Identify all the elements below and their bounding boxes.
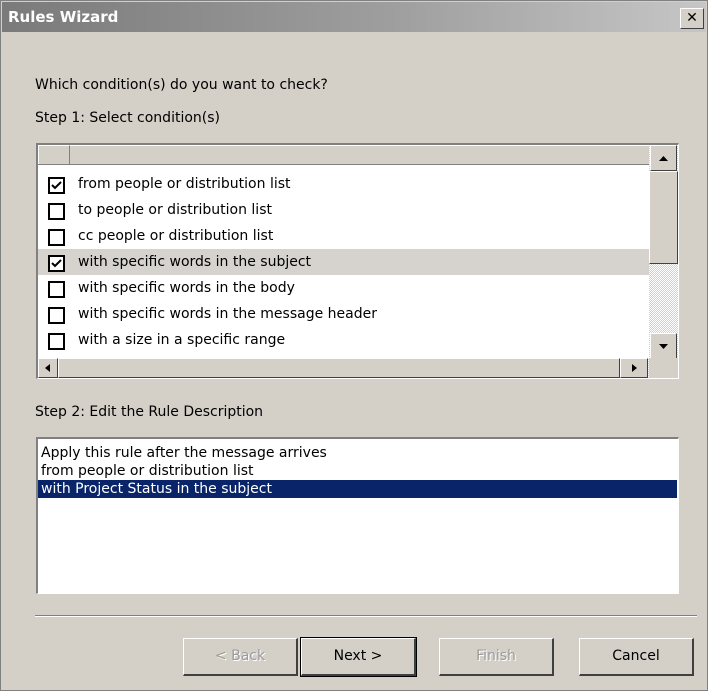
rules-wizard-dialog: Rules Wizard ✕ Which condition(s) do you… bbox=[0, 0, 708, 691]
condition-checkbox[interactable] bbox=[48, 229, 65, 246]
rule-description-box[interactable]: Apply this rule after the message arrive… bbox=[36, 437, 679, 594]
condition-label: to people or distribution list bbox=[78, 202, 272, 218]
arrow-down-icon bbox=[659, 344, 668, 349]
scroll-down-button[interactable] bbox=[650, 333, 677, 359]
back-button[interactable]: < Back bbox=[183, 638, 298, 676]
condition-checkbox[interactable] bbox=[48, 281, 65, 298]
description-line-selected[interactable]: with Project Status in the subject bbox=[38, 480, 677, 498]
vertical-scroll-thumb[interactable] bbox=[649, 171, 678, 264]
condition-row[interactable]: with specific words in the body bbox=[38, 275, 650, 301]
horizontal-scrollbar[interactable] bbox=[38, 358, 650, 378]
separator bbox=[35, 615, 697, 617]
condition-row-selected[interactable]: with specific words in the subject bbox=[38, 249, 650, 275]
close-button[interactable]: ✕ bbox=[680, 8, 704, 29]
conditions-list[interactable]: from people or distribution list to peop… bbox=[36, 143, 679, 379]
header-label-column[interactable] bbox=[70, 145, 650, 164]
vertical-scrollbar[interactable] bbox=[649, 145, 678, 359]
condition-row[interactable]: with specific words in the message heade… bbox=[38, 301, 650, 327]
scroll-right-button[interactable] bbox=[620, 358, 648, 378]
condition-label: cc people or distribution list bbox=[78, 228, 274, 244]
condition-label: from people or distribution list bbox=[78, 176, 291, 192]
description-line: from people or distribution list bbox=[41, 463, 254, 479]
check-icon bbox=[51, 181, 62, 190]
condition-row[interactable]: to people or distribution list bbox=[38, 197, 650, 223]
header-checkbox-column[interactable] bbox=[38, 145, 70, 164]
list-header bbox=[38, 145, 650, 165]
description-line: Apply this rule after the message arrive… bbox=[41, 445, 327, 461]
condition-row[interactable]: from people or distribution list bbox=[38, 171, 650, 197]
condition-checkbox[interactable] bbox=[48, 333, 65, 350]
finish-button[interactable]: Finish bbox=[439, 638, 554, 676]
condition-row[interactable]: cc people or distribution list bbox=[38, 223, 650, 249]
scroll-up-button[interactable] bbox=[650, 145, 677, 171]
condition-label: with a size in a specific range bbox=[78, 332, 286, 348]
scroll-left-button[interactable] bbox=[38, 358, 58, 378]
scrollbar-corner bbox=[649, 358, 678, 378]
condition-checkbox[interactable] bbox=[48, 203, 65, 220]
prompt-text: Which condition(s) do you want to check? bbox=[35, 77, 328, 93]
cancel-button[interactable]: Cancel bbox=[579, 638, 694, 676]
step2-label: Step 2: Edit the Rule Description bbox=[35, 404, 264, 420]
condition-label: with specific words in the body bbox=[78, 280, 295, 296]
step1-label: Step 1: Select condition(s) bbox=[35, 110, 220, 126]
title-bar[interactable]: Rules Wizard ✕ bbox=[2, 2, 706, 32]
window-title: Rules Wizard bbox=[8, 8, 119, 26]
condition-label: with specific words in the message heade… bbox=[78, 306, 377, 322]
next-button[interactable]: Next > bbox=[300, 637, 417, 677]
arrow-up-icon bbox=[659, 156, 668, 161]
condition-row[interactable]: with a size in a specific range bbox=[38, 327, 650, 353]
horizontal-scroll-thumb[interactable] bbox=[58, 358, 620, 378]
condition-checkbox[interactable] bbox=[48, 177, 65, 194]
arrow-right-icon bbox=[632, 364, 637, 372]
condition-checkbox[interactable] bbox=[48, 307, 65, 324]
close-icon: ✕ bbox=[686, 10, 698, 26]
condition-checkbox[interactable] bbox=[48, 255, 65, 272]
arrow-left-icon bbox=[45, 364, 50, 372]
condition-label: with specific words in the subject bbox=[78, 254, 312, 270]
check-icon bbox=[51, 259, 62, 268]
